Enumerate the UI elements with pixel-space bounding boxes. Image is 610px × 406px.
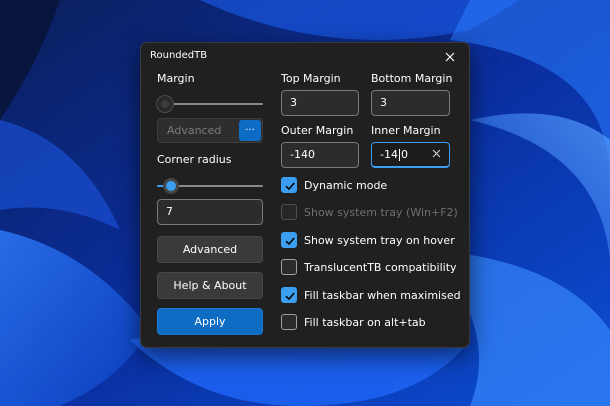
margin-mode-value: Advanced	[167, 124, 222, 137]
inner-margin-value-tail: 0	[400, 148, 408, 161]
fill-taskbar-maximised-box[interactable]	[281, 287, 297, 303]
translucenttb-compat-box[interactable]	[281, 259, 297, 275]
outer-margin-label: Outer Margin	[281, 124, 354, 137]
corner-radius-slider-thumb[interactable]	[163, 178, 180, 194]
close-icon	[445, 52, 455, 62]
outer-margin-input[interactable]: -140	[281, 142, 359, 168]
checkmark-icon	[285, 237, 295, 246]
clear-icon	[432, 149, 441, 158]
margin-slider[interactable]	[157, 96, 263, 112]
window-title: RoundedTB	[150, 50, 208, 61]
inner-margin-label: Inner Margin	[371, 124, 441, 137]
checkmark-icon	[285, 182, 295, 191]
show-system-tray-on-hover-box[interactable]	[281, 232, 297, 248]
corner-radius-input[interactable]: 7	[157, 199, 263, 225]
top-margin-label: Top Margin	[281, 72, 341, 85]
corner-radius-label: Corner radius	[157, 153, 232, 166]
inner-margin-input[interactable]: -14 0	[371, 142, 450, 168]
fill-taskbar-maximised-label: Fill taskbar when maximised	[304, 289, 461, 302]
inner-margin-value: -14	[380, 148, 398, 161]
show-system-tray-label: Show system tray (Win+F2)	[304, 206, 458, 219]
dynamic-mode-label: Dynamic mode	[304, 179, 388, 192]
top-margin-input[interactable]: 3	[281, 90, 359, 116]
fill-taskbar-alt-tab-label: Fill taskbar on alt+tab	[304, 316, 426, 329]
bottom-margin-value: 3	[380, 96, 387, 109]
dynamic-mode-box[interactable]	[281, 177, 297, 193]
checkmark-icon	[285, 292, 295, 301]
roundedtb-window: RoundedTB Margin Advanced ... Corner rad…	[140, 42, 470, 348]
margin-mode-more-button[interactable]: ...	[239, 120, 261, 141]
show-system-tray-on-hover-label: Show system tray on hover	[304, 234, 455, 247]
bottom-margin-input[interactable]: 3	[371, 90, 450, 116]
clear-button[interactable]	[432, 148, 441, 161]
corner-radius-value: 7	[166, 205, 173, 218]
bottom-margin-label: Bottom Margin	[371, 72, 453, 85]
margin-label: Margin	[157, 72, 195, 85]
fill-taskbar-alt-tab-box[interactable]	[281, 314, 297, 330]
close-button[interactable]	[437, 46, 463, 68]
help-about-button[interactable]: Help & About	[157, 272, 263, 299]
margin-mode-combo[interactable]: Advanced ...	[157, 118, 263, 143]
advanced-button[interactable]: Advanced	[157, 236, 263, 263]
apply-button[interactable]: Apply	[157, 308, 263, 335]
show-system-tray-box	[281, 204, 297, 220]
top-margin-value: 3	[290, 96, 297, 109]
margin-slider-thumb[interactable]	[157, 96, 173, 112]
outer-margin-value: -140	[290, 148, 315, 161]
corner-radius-slider[interactable]	[157, 178, 263, 194]
text-caret	[398, 149, 400, 161]
translucenttb-compat-label: TranslucentTB compatibility	[304, 261, 457, 274]
